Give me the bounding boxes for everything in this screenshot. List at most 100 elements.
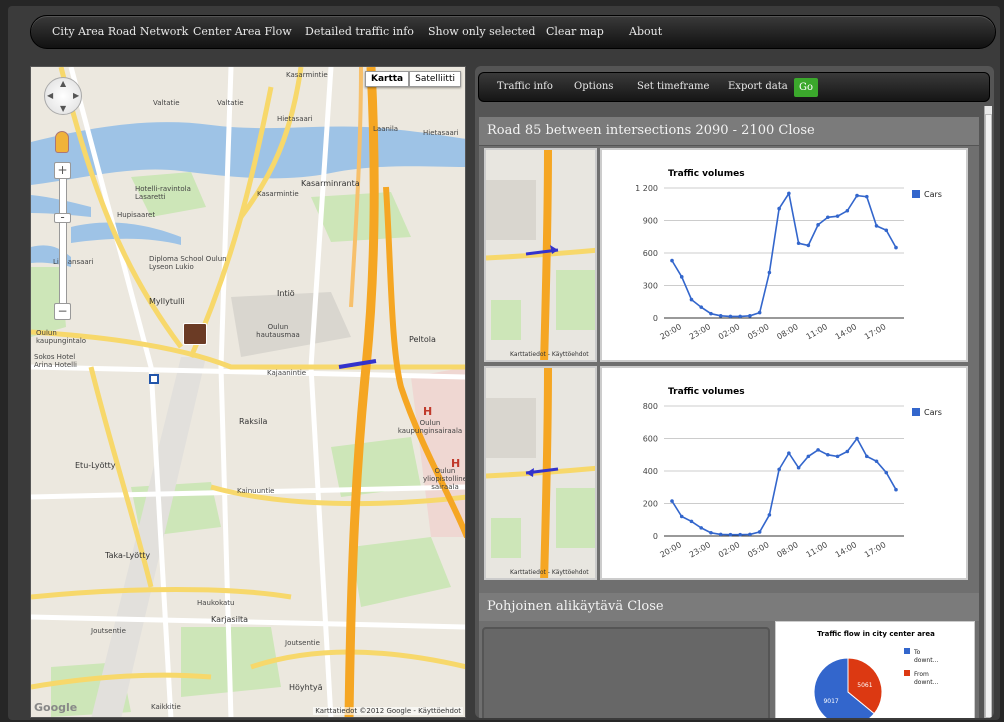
pan-left-icon[interactable]: ◀	[47, 91, 53, 100]
map-label-kasarmintie-2: Kasarmintie	[257, 190, 299, 198]
y-tick-label: 0	[653, 532, 658, 541]
data-point	[835, 454, 840, 459]
data-point	[845, 449, 850, 454]
data-point	[874, 459, 879, 464]
tab-set-timeframe[interactable]: Set timeframe	[637, 81, 709, 92]
map-label-etu-lyotty: Etu-Lyötty	[75, 461, 116, 470]
map-label-sokos-hotel: Sokos Hotel Arina Hotelli	[34, 353, 77, 369]
nav-show-only-selected[interactable]: Show only selected	[428, 25, 535, 38]
map-label-kasarminranta: Kasarminranta	[301, 179, 360, 188]
data-point	[748, 532, 752, 537]
data-point	[884, 470, 889, 475]
data-point	[709, 530, 713, 535]
traffic-camera-marker-icon[interactable]	[183, 323, 207, 345]
section-title-2: Pohjoinen alikäytävä	[487, 599, 624, 614]
data-point	[699, 526, 704, 530]
top-navigation: City Area Road Network Center Area Flow …	[30, 15, 996, 49]
nav-detailed-traffic-info[interactable]: Detailed traffic info	[305, 25, 414, 38]
section-header-road-85: Road 85 between intersections 2090 - 210…	[479, 117, 979, 145]
x-tick-label: 11:00	[805, 322, 829, 341]
close-link-2[interactable]: Close	[627, 599, 663, 614]
section-header-pohjoinen-alikaytava: Pohjoinen alikäytävä Close	[479, 593, 979, 621]
map-label-valtatie: Valtatie	[153, 99, 180, 107]
hospital-icon-2: H	[451, 457, 461, 470]
map-label-laanila: Laanila	[373, 125, 399, 133]
road-map[interactable]: Kasarmintie Valtatie Valtatie Hietasaari…	[30, 66, 466, 718]
tab-traffic-info[interactable]: Traffic info	[497, 81, 553, 92]
zoom-out-button[interactable]: −	[54, 303, 71, 320]
map-type-switch: Kartta Satelliitti	[364, 71, 461, 87]
map-label-kaikkitie: Kaikkitie	[151, 703, 181, 711]
road-segment-panel: Karttatiedot - Käyttöehdot Traffic volum…	[479, 146, 979, 670]
pie-legend-swatch	[904, 670, 910, 676]
data-point	[884, 228, 889, 233]
segment-map-thumbnail[interactable]: Karttatiedot - Käyttöehdot	[484, 148, 597, 362]
panel-scrollbar[interactable]	[984, 106, 992, 718]
thumbnail-map-2	[486, 368, 595, 578]
map-label-myllytulli: Myllytulli	[149, 297, 185, 306]
data-point	[718, 314, 723, 318]
map-label-kaupunginsairaala: Oulun kaupunginsairaala	[397, 419, 463, 435]
pan-down-icon[interactable]: ▼	[60, 104, 66, 113]
data-point	[718, 532, 723, 537]
data-point	[679, 275, 684, 279]
thumbnail-attribution[interactable]: Karttatiedot - Käyttöehdot	[510, 351, 589, 358]
tab-export-data[interactable]: Export data	[728, 81, 788, 92]
x-tick-label: 14:00	[834, 322, 858, 341]
pan-right-icon[interactable]: ▶	[73, 91, 79, 100]
pan-control[interactable]: ▲ ◀ ▶ ▼	[44, 77, 82, 115]
x-tick-label: 05:00	[746, 540, 770, 559]
data-point	[699, 305, 704, 309]
data-point	[835, 214, 840, 218]
data-point	[855, 436, 859, 441]
panel-toolbar: Traffic info Options Set timeframe Expor…	[478, 72, 990, 102]
data-point	[796, 241, 801, 246]
chart-row-2: Karttatiedot - Käyttöehdot Traffic volum…	[484, 366, 968, 580]
nav-center-area-flow[interactable]: Center Area Flow	[193, 25, 292, 38]
data-point	[826, 452, 830, 457]
nav-clear-map[interactable]: Clear map	[546, 25, 604, 38]
x-tick-label: 05:00	[746, 322, 770, 341]
nav-city-area-road-network[interactable]: City Area Road Network	[52, 25, 188, 38]
map-label-kasarmintie: Kasarmintie	[286, 71, 328, 79]
data-point	[709, 311, 713, 316]
close-link[interactable]: Close	[778, 123, 814, 138]
zoom-in-button[interactable]: +	[54, 162, 71, 179]
chart-row-1: Karttatiedot - Käyttöehdot Traffic volum…	[484, 148, 968, 362]
map-label-hietasaari: Hietasaari	[277, 115, 313, 123]
zoom-slider[interactable]	[59, 165, 67, 315]
data-point	[845, 208, 850, 213]
map-label-kainuuntie: Kainuuntie	[237, 487, 275, 495]
street-view-pegman-icon[interactable]	[55, 131, 69, 153]
map-copyright[interactable]: Karttatiedot ©2012 Google - Käyttöehdot	[313, 707, 463, 715]
map-label-yliopistollinen-sairaala: Oulun yliopistollinen sairaala	[423, 467, 465, 491]
scrollbar-thumb[interactable]	[985, 114, 992, 718]
series-line-cars	[671, 191, 897, 318]
x-tick-label: 20:00	[659, 322, 683, 341]
segment-map-thumbnail-2[interactable]: Karttatiedot - Käyttöehdot	[484, 366, 597, 580]
map-type-kartta[interactable]: Kartta	[364, 71, 410, 87]
google-logo[interactable]: Google	[34, 701, 77, 714]
nav-about[interactable]: About	[629, 25, 662, 38]
map-label-kaupungintalo: Oulun kaupungintalo	[36, 329, 87, 345]
pie-legend-label: From	[914, 671, 929, 678]
pie-legend-label: To	[913, 649, 921, 656]
data-point	[728, 532, 733, 537]
x-tick-label: 14:00	[834, 540, 858, 559]
map-type-satelliitti[interactable]: Satelliitti	[409, 71, 461, 87]
data-point	[787, 451, 791, 455]
tab-options[interactable]: Options	[574, 81, 613, 92]
go-button[interactable]: Go	[794, 78, 818, 97]
thumbnail-attribution-2[interactable]: Karttatiedot - Käyttöehdot	[510, 569, 589, 576]
data-point	[894, 487, 898, 492]
data-point	[806, 454, 811, 459]
pan-up-icon[interactable]: ▲	[60, 79, 66, 88]
data-point	[777, 206, 781, 211]
map-label-peltola: Peltola	[409, 335, 436, 344]
zoom-slider-handle[interactable]: -	[54, 211, 71, 223]
traffic-volume-chart-2: Traffic volumes 0 200 400 600 800 20:00 23:00 02…	[600, 366, 968, 580]
y-tick-label: 300	[643, 282, 658, 291]
x-tick-label: 17:00	[863, 322, 887, 341]
data-point	[689, 297, 694, 302]
data-point	[777, 467, 781, 472]
